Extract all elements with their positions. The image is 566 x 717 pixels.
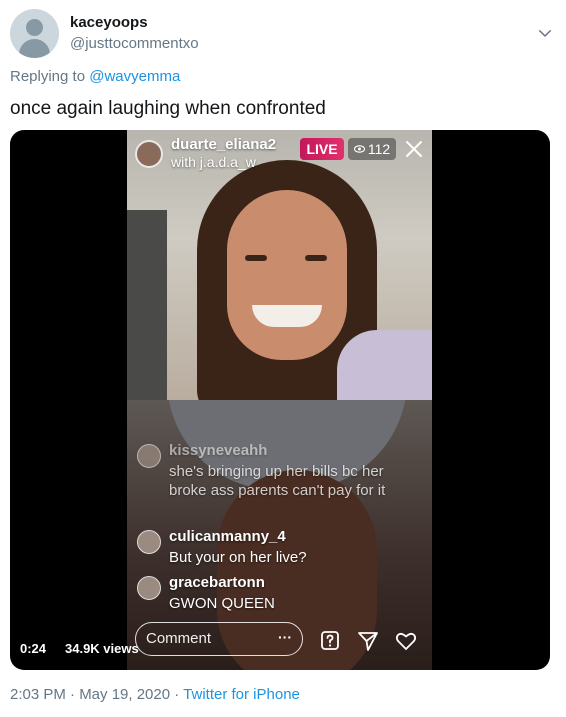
avatar[interactable] (10, 9, 59, 58)
tweet-timestamp[interactable]: 2:03 PM · May 19, 2020 · (10, 686, 179, 703)
comment-input[interactable]: Comment ··· (135, 622, 303, 656)
video-elapsed-time: 0:24 (20, 641, 47, 656)
viewer-count: 112 (348, 138, 396, 160)
display-name[interactable]: kaceyoops (70, 14, 148, 31)
tweet-header: kaceyoops @justtocommentxo (10, 8, 556, 60)
user-handle[interactable]: @justtocommentxo (70, 35, 199, 52)
comment-text: But your on her live? (169, 549, 307, 566)
comment-text: she's bringing up her bills bc her broke… (169, 463, 386, 499)
commenter-avatar (137, 576, 161, 600)
eye-icon (353, 145, 365, 153)
host-camera (127, 130, 432, 400)
comment-text: GWON QUEEN (169, 595, 275, 612)
chevron-down-icon[interactable] (536, 24, 554, 42)
host-name[interactable]: duarte_eliana2 (171, 136, 276, 153)
commenter-name: culicanmanny_4 (169, 528, 286, 545)
more-options-button[interactable]: ··· (278, 629, 292, 645)
question-icon[interactable] (319, 630, 341, 652)
video-player[interactable]: duarte_eliana2 with j.a.d.a_w LIVE 112 k… (10, 130, 550, 670)
replying-to: Replying to @wavyemma (10, 68, 180, 85)
heart-icon[interactable] (395, 630, 417, 652)
commenter-avatar (137, 444, 161, 468)
host-avatar[interactable] (135, 140, 163, 168)
live-badge: LIVE (300, 138, 344, 160)
replying-prefix: Replying to (10, 68, 86, 85)
instagram-live-video: duarte_eliana2 with j.a.d.a_w LIVE 112 k… (127, 130, 432, 670)
tweet-text: once again laughing when confronted (10, 98, 326, 119)
viewer-count-value: 112 (367, 141, 391, 157)
guest-name[interactable]: with j.a.d.a_w (171, 154, 256, 170)
tweet-source-link[interactable]: Twitter for iPhone (183, 686, 300, 703)
commenter-avatar (137, 530, 161, 554)
commenter-name: gracebartonn (169, 574, 265, 591)
video-view-count: 34.9K views (65, 641, 139, 656)
commenter-name: kissyneveahh (169, 442, 268, 459)
tweet-footer: 2:03 PM · May 19, 2020 · Twitter for iPh… (10, 686, 300, 703)
send-icon[interactable] (357, 630, 379, 652)
mention-link[interactable]: @wavyemma (89, 68, 180, 85)
close-icon[interactable] (404, 139, 424, 159)
comment-placeholder: Comment (146, 630, 212, 647)
